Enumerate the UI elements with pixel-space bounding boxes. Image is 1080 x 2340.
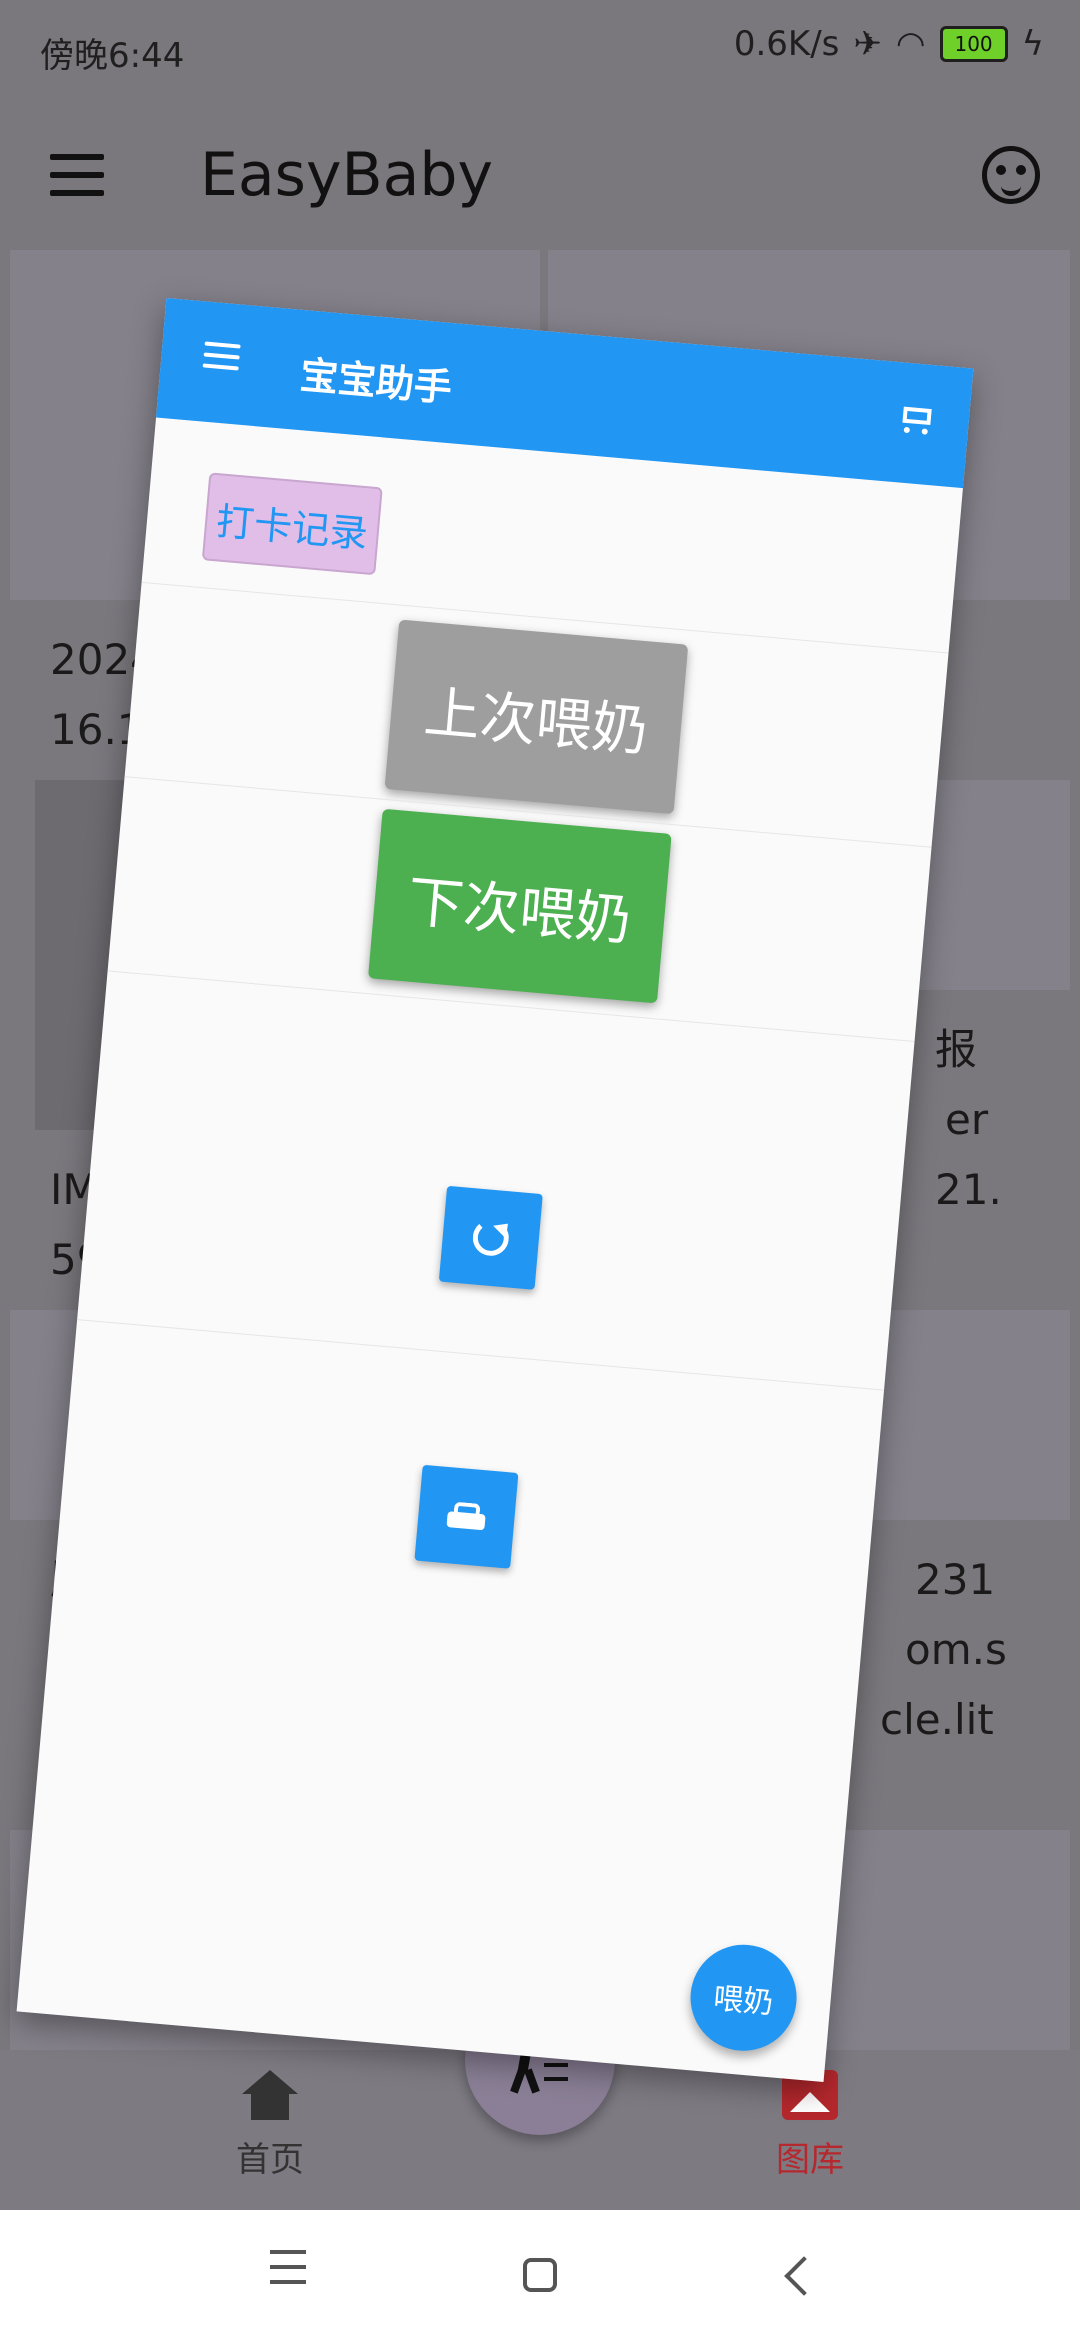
gallery-caption: 21.: [935, 1165, 1002, 1214]
baby-assistant-card: 宝宝助手 打卡记录 上次喂奶 下次喂奶 喂奶: [16, 297, 974, 2083]
gallery-caption: cle.lit: [880, 1695, 994, 1744]
back-icon[interactable]: [784, 2256, 824, 2296]
gallery-caption: er: [945, 1095, 989, 1144]
airplane-icon: ✈: [853, 24, 882, 64]
last-feed-button[interactable]: 上次喂奶: [384, 619, 689, 815]
recent-apps-icon[interactable]: [270, 2250, 306, 2300]
nav-item-gallery[interactable]: 图库: [710, 2070, 910, 2181]
app-title: EasyBaby: [200, 140, 493, 210]
divider: [77, 1319, 885, 1391]
status-bar: 傍晚6:44 0.6K/s ✈ ◠ 100 ϟ: [0, 0, 1080, 96]
car-button[interactable]: [414, 1464, 519, 1569]
battery-icon: 100: [939, 26, 1008, 62]
app-bar: EasyBaby: [0, 110, 1080, 240]
next-feed-button[interactable]: 下次喂奶: [367, 808, 672, 1004]
gallery-caption: 231: [915, 1555, 996, 1604]
home-icon: [242, 2070, 298, 2120]
wifi-icon: ◠: [895, 24, 926, 64]
status-icons: 0.6K/s ✈ ◠ 100 ϟ: [734, 24, 1044, 64]
refresh-button[interactable]: [438, 1185, 543, 1290]
cart-icon[interactable]: [898, 402, 936, 435]
refresh-icon: [471, 1218, 511, 1258]
home-button-icon[interactable]: [523, 2258, 557, 2292]
checkin-record-button[interactable]: 打卡记录: [201, 472, 383, 576]
menu-icon[interactable]: [50, 154, 104, 198]
car-icon: [442, 1495, 491, 1539]
feed-fab[interactable]: 喂奶: [686, 1940, 801, 2056]
nav-home-label: 首页: [236, 2140, 304, 2180]
status-time: 傍晚6:44: [40, 36, 185, 76]
system-nav-bar: [0, 2210, 1080, 2340]
nav-gallery-label: 图库: [776, 2140, 844, 2180]
overlay-title: 宝宝助手: [298, 353, 454, 411]
nav-item-home[interactable]: 首页: [170, 2070, 370, 2181]
overlay-menu-icon[interactable]: [202, 341, 241, 374]
charging-icon: ϟ: [1021, 24, 1044, 64]
face-icon[interactable]: [982, 146, 1040, 204]
gallery-caption: om.s: [905, 1625, 1007, 1674]
gallery-caption: 报: [935, 1025, 978, 1074]
network-speed: 0.6K/s: [733, 24, 840, 64]
